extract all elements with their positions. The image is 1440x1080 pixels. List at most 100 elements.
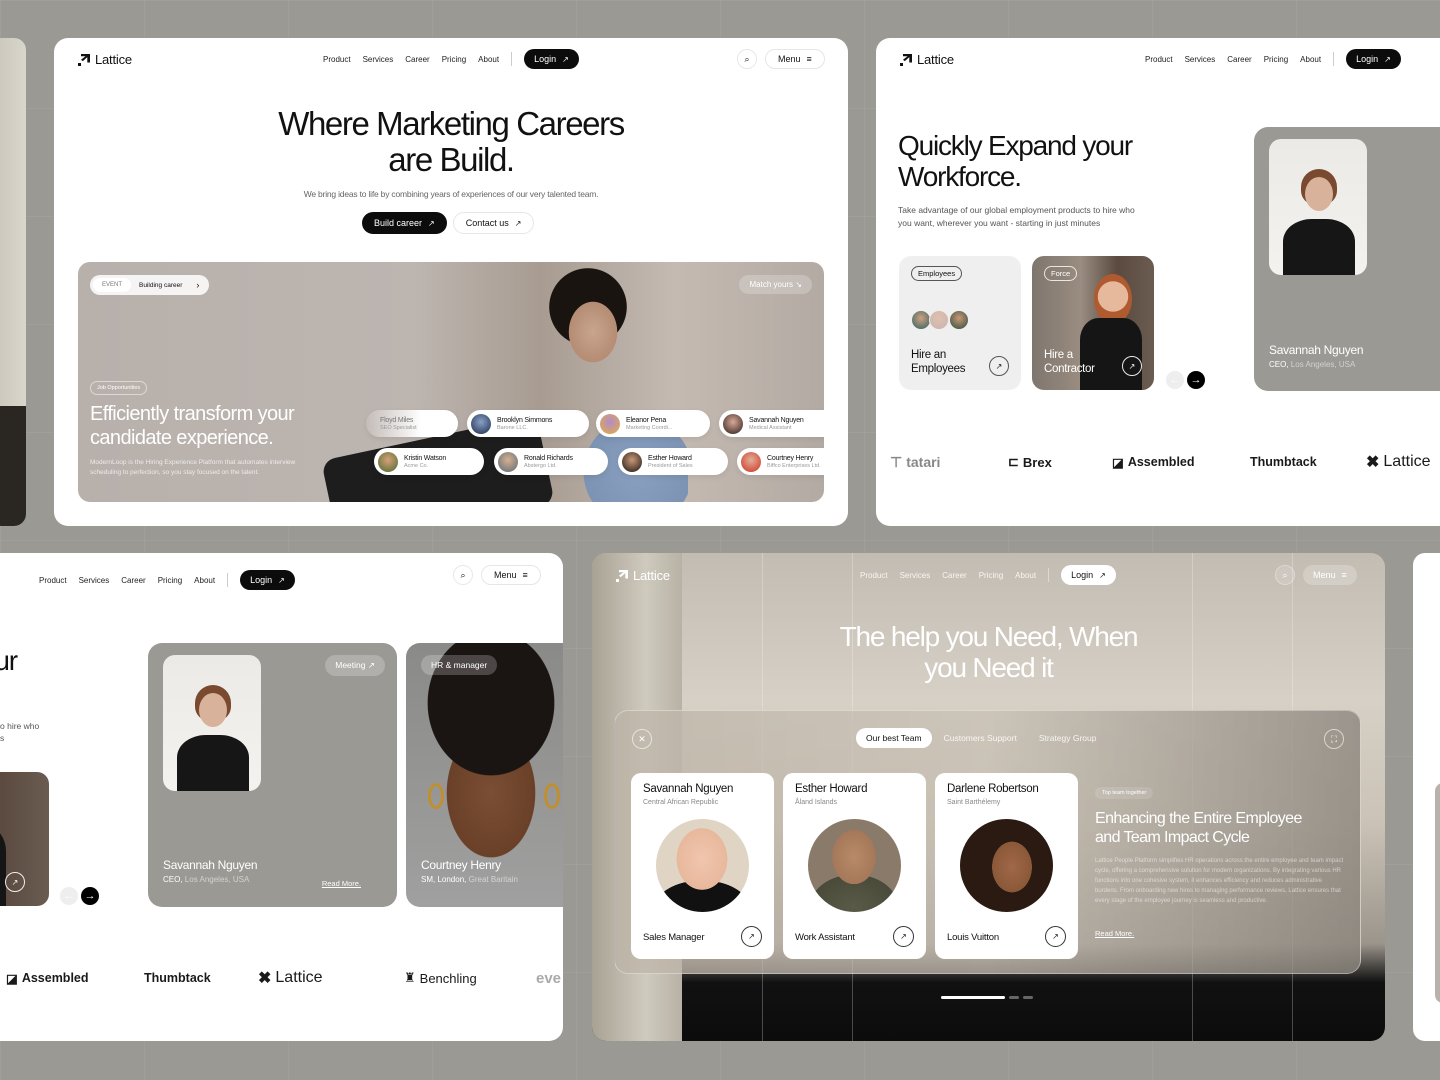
person-chip[interactable]: Savannah Nguyen Medical Assistant [719,410,824,437]
arrow-up-right-icon[interactable]: ↗ [741,926,762,947]
team-card[interactable]: Savannah Nguyen Central African Republic… [631,773,774,959]
team-card[interactable]: Esther Howard Åland Islands Work Assista… [783,773,926,959]
arrow-up-right-icon[interactable]: ↗ [1122,356,1142,376]
main-nav: Product Services Career Pricing About Lo… [323,49,579,69]
logo-assembled: ◪ Assembled [6,971,89,986]
nav-pricing[interactable]: Pricing [442,55,466,64]
carousel-indicator[interactable] [1009,996,1019,999]
fullscreen-button[interactable]: ⛶ [1324,729,1344,749]
logo-lattice: ✖ Lattice [258,969,323,987]
search-button[interactable]: ⌕ [1275,565,1295,585]
menu-button[interactable]: Menu ≡ [1303,565,1357,585]
event-chip[interactable]: EVENT Building career › [90,275,210,295]
logo-assembled: ◪ Assembled [1112,455,1195,470]
arrow-up-right-icon: ↗ [1384,54,1391,64]
hire-contractor-card[interactable]: Force Hire a Contractor ↗ [1032,256,1154,390]
nav-pricing[interactable]: Pricing [158,576,182,585]
nav-product[interactable]: Product [1145,55,1173,64]
arrow-up-right-icon: ↗ [514,218,522,228]
person-chip[interactable]: Brooklyn Simmons Barone LLC. [467,410,589,437]
close-button[interactable]: ✕ [632,729,652,749]
tab-our-best-team[interactable]: Our best Team [856,728,932,748]
arrow-up-right-icon[interactable]: ↗ [5,872,25,892]
read-more-link[interactable]: Read More. [1095,929,1134,938]
brand-logo[interactable]: Lattice [78,52,132,67]
arrow-up-right-icon: ↗ [428,218,435,228]
tab-strategy-group[interactable]: Strategy Group [1029,728,1107,748]
nav-pricing[interactable]: Pricing [1264,55,1288,64]
brand-logo[interactable]: Lattice [616,568,670,583]
assembled-icon: ◪ [1112,455,1124,470]
person-chip[interactable]: Ronald Richards Abstergo Ltd. [494,448,608,475]
nav-pricing[interactable]: Pricing [979,571,1003,580]
lattice-logo-icon [78,54,90,66]
logo-lattice: ✖ Lattice [1366,453,1431,471]
person-chip[interactable]: Courtney Henry Biffco Enterprises Ltd. [737,448,824,475]
job-opportunities-chip[interactable]: Job Opportunities [90,376,148,395]
nav-services[interactable]: Services [79,576,110,585]
login-button[interactable]: Login ↗ [524,49,579,69]
person-chip[interactable]: Eleanor Pena Marketing Coordi... [596,410,710,437]
login-button[interactable]: Login ↗ [240,570,295,590]
title-fragment: our [0,645,18,676]
arrow-up-right-icon[interactable]: ↗ [1045,926,1066,947]
logo-thumbtack: Thumbtack [1250,455,1317,469]
search-button[interactable]: ⌕ [737,49,757,69]
nav-services[interactable]: Services [363,55,394,64]
banner-description: ModernLoop is the Hiring Experience Plat… [90,459,296,476]
avatar [929,310,949,330]
arrow-up-right-icon: ↗ [367,660,375,670]
arrow-down-right-icon: ↘ [795,280,802,289]
next-button[interactable]: → [1187,371,1205,389]
nav-divider [511,52,513,66]
next-button[interactable]: → [81,887,99,905]
prev-button[interactable]: ← [1166,371,1184,389]
prev-button[interactable]: ← [60,887,78,905]
nav-product[interactable]: Product [860,571,888,580]
carousel-indicator-active[interactable] [941,996,1005,999]
nav-services[interactable]: Services [1185,55,1216,64]
hero-subtitle: We bring ideas to life by combining year… [303,189,599,199]
profile-card-courtney[interactable]: HR & manager Courtney Henry SM, London, … [406,643,563,907]
arrow-up-right-icon[interactable]: ↗ [893,926,914,947]
person-chip[interactable]: Esther Howard President of Sales [618,448,728,475]
avatar [741,451,761,472]
meeting-chip[interactable]: Meeting ↗ [325,655,385,676]
team-card[interactable]: Darlene Robertson Saint Barthélemy Louis… [935,773,1078,959]
read-more-link[interactable]: Read More. [322,879,361,888]
login-button[interactable]: Login ↗ [1346,49,1401,69]
match-yours-button[interactable]: Match yours ↘ [739,275,812,294]
contact-us-button[interactable]: Contact us ↗ [452,212,535,234]
nav-about[interactable]: About [1015,571,1036,580]
hero-cta-group: Build career ↗ Contact us ↗ [362,212,535,234]
nav-career[interactable]: Career [942,571,966,580]
menu-button[interactable]: Menu ≡ [481,565,541,585]
hire-contractor-card[interactable]: ↗ [0,772,49,906]
tab-customers-support[interactable]: Customers Support [934,728,1027,748]
nav-career[interactable]: Career [1227,55,1251,64]
search-button[interactable]: ⌕ [453,565,473,585]
login-button[interactable]: Login ↗ [1061,565,1116,585]
nav-career[interactable]: Career [405,55,429,64]
person-chip[interactable]: Kristin Watson Acme Co. [374,448,484,475]
arrow-up-right-icon[interactable]: ↗ [989,356,1009,376]
carousel-indicator[interactable] [1023,996,1033,999]
profile-card-savannah[interactable]: Meeting ↗ Savannah Nguyen CEO, Los Angel… [148,643,397,907]
nav-about[interactable]: About [194,576,215,585]
nav-about[interactable]: About [1300,55,1321,64]
nav-career[interactable]: Career [121,576,145,585]
arrow-right-icon: → [84,890,96,902]
person-chip[interactable]: Floyd Miles SEO Specialist [366,410,458,437]
partner-logos: ⊤ tatari ⊏ Brex ◪ Assembled Thumbtack ✖ Latt… [890,452,1431,472]
benchling-icon: ♜ [404,970,416,985]
nav-services[interactable]: Services [900,571,931,580]
hr-manager-chip[interactable]: HR & manager [421,655,498,675]
build-career-button[interactable]: Build career ↗ [362,212,447,234]
nav-product[interactable]: Product [323,55,351,64]
nav-product[interactable]: Product [39,576,67,585]
menu-button[interactable]: Menu ≡ [765,49,825,69]
nav-about[interactable]: About [478,55,499,64]
brand-logo[interactable]: Lattice [900,52,954,67]
hire-employees-card[interactable]: Employees Hire an Employees ↗ [899,256,1021,390]
profile-card[interactable]: Savannah Nguyen CEO, Los Angeles, USA [1254,127,1440,391]
